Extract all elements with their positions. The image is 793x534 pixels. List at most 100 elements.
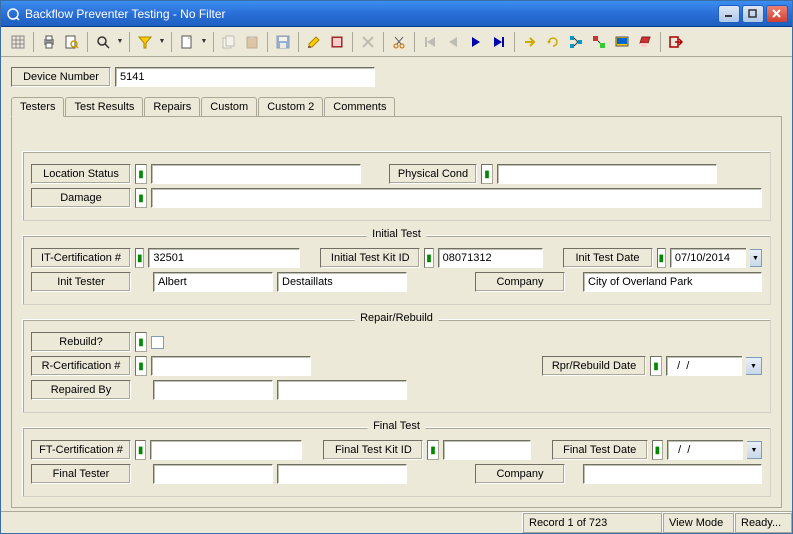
damage-input[interactable] [151,188,762,208]
status-ready: Ready... [734,512,792,533]
init-date-dropdown-icon[interactable]: ▼ [750,249,762,267]
device-number-input[interactable] [115,67,375,87]
final-kit-tick-icon: ▮ [427,440,438,460]
find-dropdown-icon[interactable]: ▼ [115,31,125,53]
final-tester-first-input[interactable] [153,464,273,484]
prev-icon[interactable] [442,31,464,53]
physical-cond-label[interactable]: Physical Cond [389,164,477,184]
print-icon[interactable] [38,31,60,53]
repaired-by-first-input[interactable] [153,380,273,400]
tab-strip: Testers Test Results Repairs Custom Cust… [11,97,782,116]
tab-panel: Location Status ▮ Physical Cond ▮ Damage… [11,116,782,508]
rebuild-tick-icon: ▮ [135,332,147,352]
tab-repairs[interactable]: Repairs [144,97,200,116]
tab-testers[interactable]: Testers [11,97,64,117]
ft-cert-tick-icon: ▮ [135,440,146,460]
tab-test-results[interactable]: Test Results [65,97,143,116]
repair-title: Repair/Rebuild [354,312,439,324]
damage-tick-icon: ▮ [135,188,147,208]
repair-date-dropdown-icon[interactable]: ▼ [746,357,762,375]
cut-icon[interactable] [388,31,410,53]
goto-icon[interactable] [519,31,541,53]
init-kit-tick-icon: ▮ [424,248,433,268]
init-company-label[interactable]: Company [475,272,565,292]
toolbar: ▼ ▼ ▼ [1,27,792,57]
link-icon[interactable] [588,31,610,53]
repair-date-tick-icon: ▮ [650,356,662,376]
tab-custom[interactable]: Custom [201,97,257,116]
final-date-tick-icon: ▮ [652,440,663,460]
eraser-icon[interactable] [634,31,656,53]
damage-label[interactable]: Damage [31,188,131,208]
init-kit-input[interactable] [438,248,543,268]
init-date-label[interactable]: Init Test Date [563,248,653,268]
location-status-label[interactable]: Location Status [31,164,131,184]
tree-icon[interactable] [565,31,587,53]
titlebar: Backflow Preventer Testing - No Filter [1,1,792,27]
device-number-label[interactable]: Device Number [11,67,111,87]
init-tester-first-input[interactable] [153,272,273,292]
final-kit-input[interactable] [443,440,531,460]
delete-icon[interactable] [357,31,379,53]
repair-date-label[interactable]: Rpr/Rebuild Date [542,356,646,376]
grid-icon[interactable] [7,31,29,53]
init-tester-label[interactable]: Init Tester [31,272,131,292]
initial-test-title: Initial Test [366,228,427,240]
final-kit-label[interactable]: Final Test Kit ID [323,440,423,460]
find-icon[interactable] [92,31,114,53]
save-icon[interactable] [272,31,294,53]
statusbar: Record 1 of 723 View Mode Ready... [1,511,792,533]
paste-icon[interactable] [241,31,263,53]
close-button[interactable] [766,5,788,23]
it-cert-tick-icon: ▮ [135,248,144,268]
tab-custom2[interactable]: Custom 2 [258,97,323,116]
rebuild-label[interactable]: Rebuild? [31,332,131,352]
repair-date-input[interactable] [666,356,742,376]
repaired-by-label[interactable]: Repaired By [31,380,131,400]
location-status-input[interactable] [151,164,361,184]
init-kit-label[interactable]: Initial Test Kit ID [320,248,420,268]
final-company-label[interactable]: Company [475,464,565,484]
new-dropdown-icon[interactable]: ▼ [199,31,209,53]
preview-icon[interactable] [61,31,83,53]
rebuild-checkbox[interactable] [151,336,164,349]
init-tester-last-input[interactable] [277,272,407,292]
it-cert-label[interactable]: IT-Certification # [31,248,131,268]
last-icon[interactable] [488,31,510,53]
app-window: Backflow Preventer Testing - No Filter ▼… [0,0,793,534]
book-icon[interactable] [326,31,348,53]
exit-icon[interactable] [665,31,687,53]
status-mode: View Mode [662,512,734,533]
tab-comments[interactable]: Comments [324,97,395,116]
final-tester-label[interactable]: Final Tester [31,464,131,484]
filter-dropdown-icon[interactable]: ▼ [157,31,167,53]
final-date-dropdown-icon[interactable]: ▼ [747,441,762,459]
minimize-button[interactable] [718,5,740,23]
window-title: Backflow Preventer Testing - No Filter [25,7,718,21]
ft-cert-input[interactable] [150,440,302,460]
repaired-by-last-input[interactable] [277,380,407,400]
filter-icon[interactable] [134,31,156,53]
ft-cert-label[interactable]: FT-Certification # [31,440,131,460]
final-company-input[interactable] [583,464,762,484]
final-date-input[interactable] [667,440,743,460]
init-date-tick-icon: ▮ [657,248,666,268]
init-date-input[interactable] [670,248,746,268]
screen-icon[interactable] [611,31,633,53]
final-date-label[interactable]: Final Test Date [552,440,648,460]
new-icon[interactable] [176,31,198,53]
next-icon[interactable] [465,31,487,53]
it-cert-input[interactable] [148,248,300,268]
r-cert-label[interactable]: R-Certification # [31,356,131,376]
first-icon[interactable] [419,31,441,53]
init-company-input[interactable] [583,272,762,292]
copy-icon[interactable] [218,31,240,53]
physical-cond-input[interactable] [497,164,717,184]
maximize-button[interactable] [742,5,764,23]
edit-icon[interactable] [303,31,325,53]
refresh-icon[interactable] [542,31,564,53]
location-status-tick-icon: ▮ [135,164,147,184]
r-cert-input[interactable] [151,356,311,376]
content-area: Device Number Testers Test Results Repai… [1,57,792,511]
final-tester-last-input[interactable] [277,464,407,484]
